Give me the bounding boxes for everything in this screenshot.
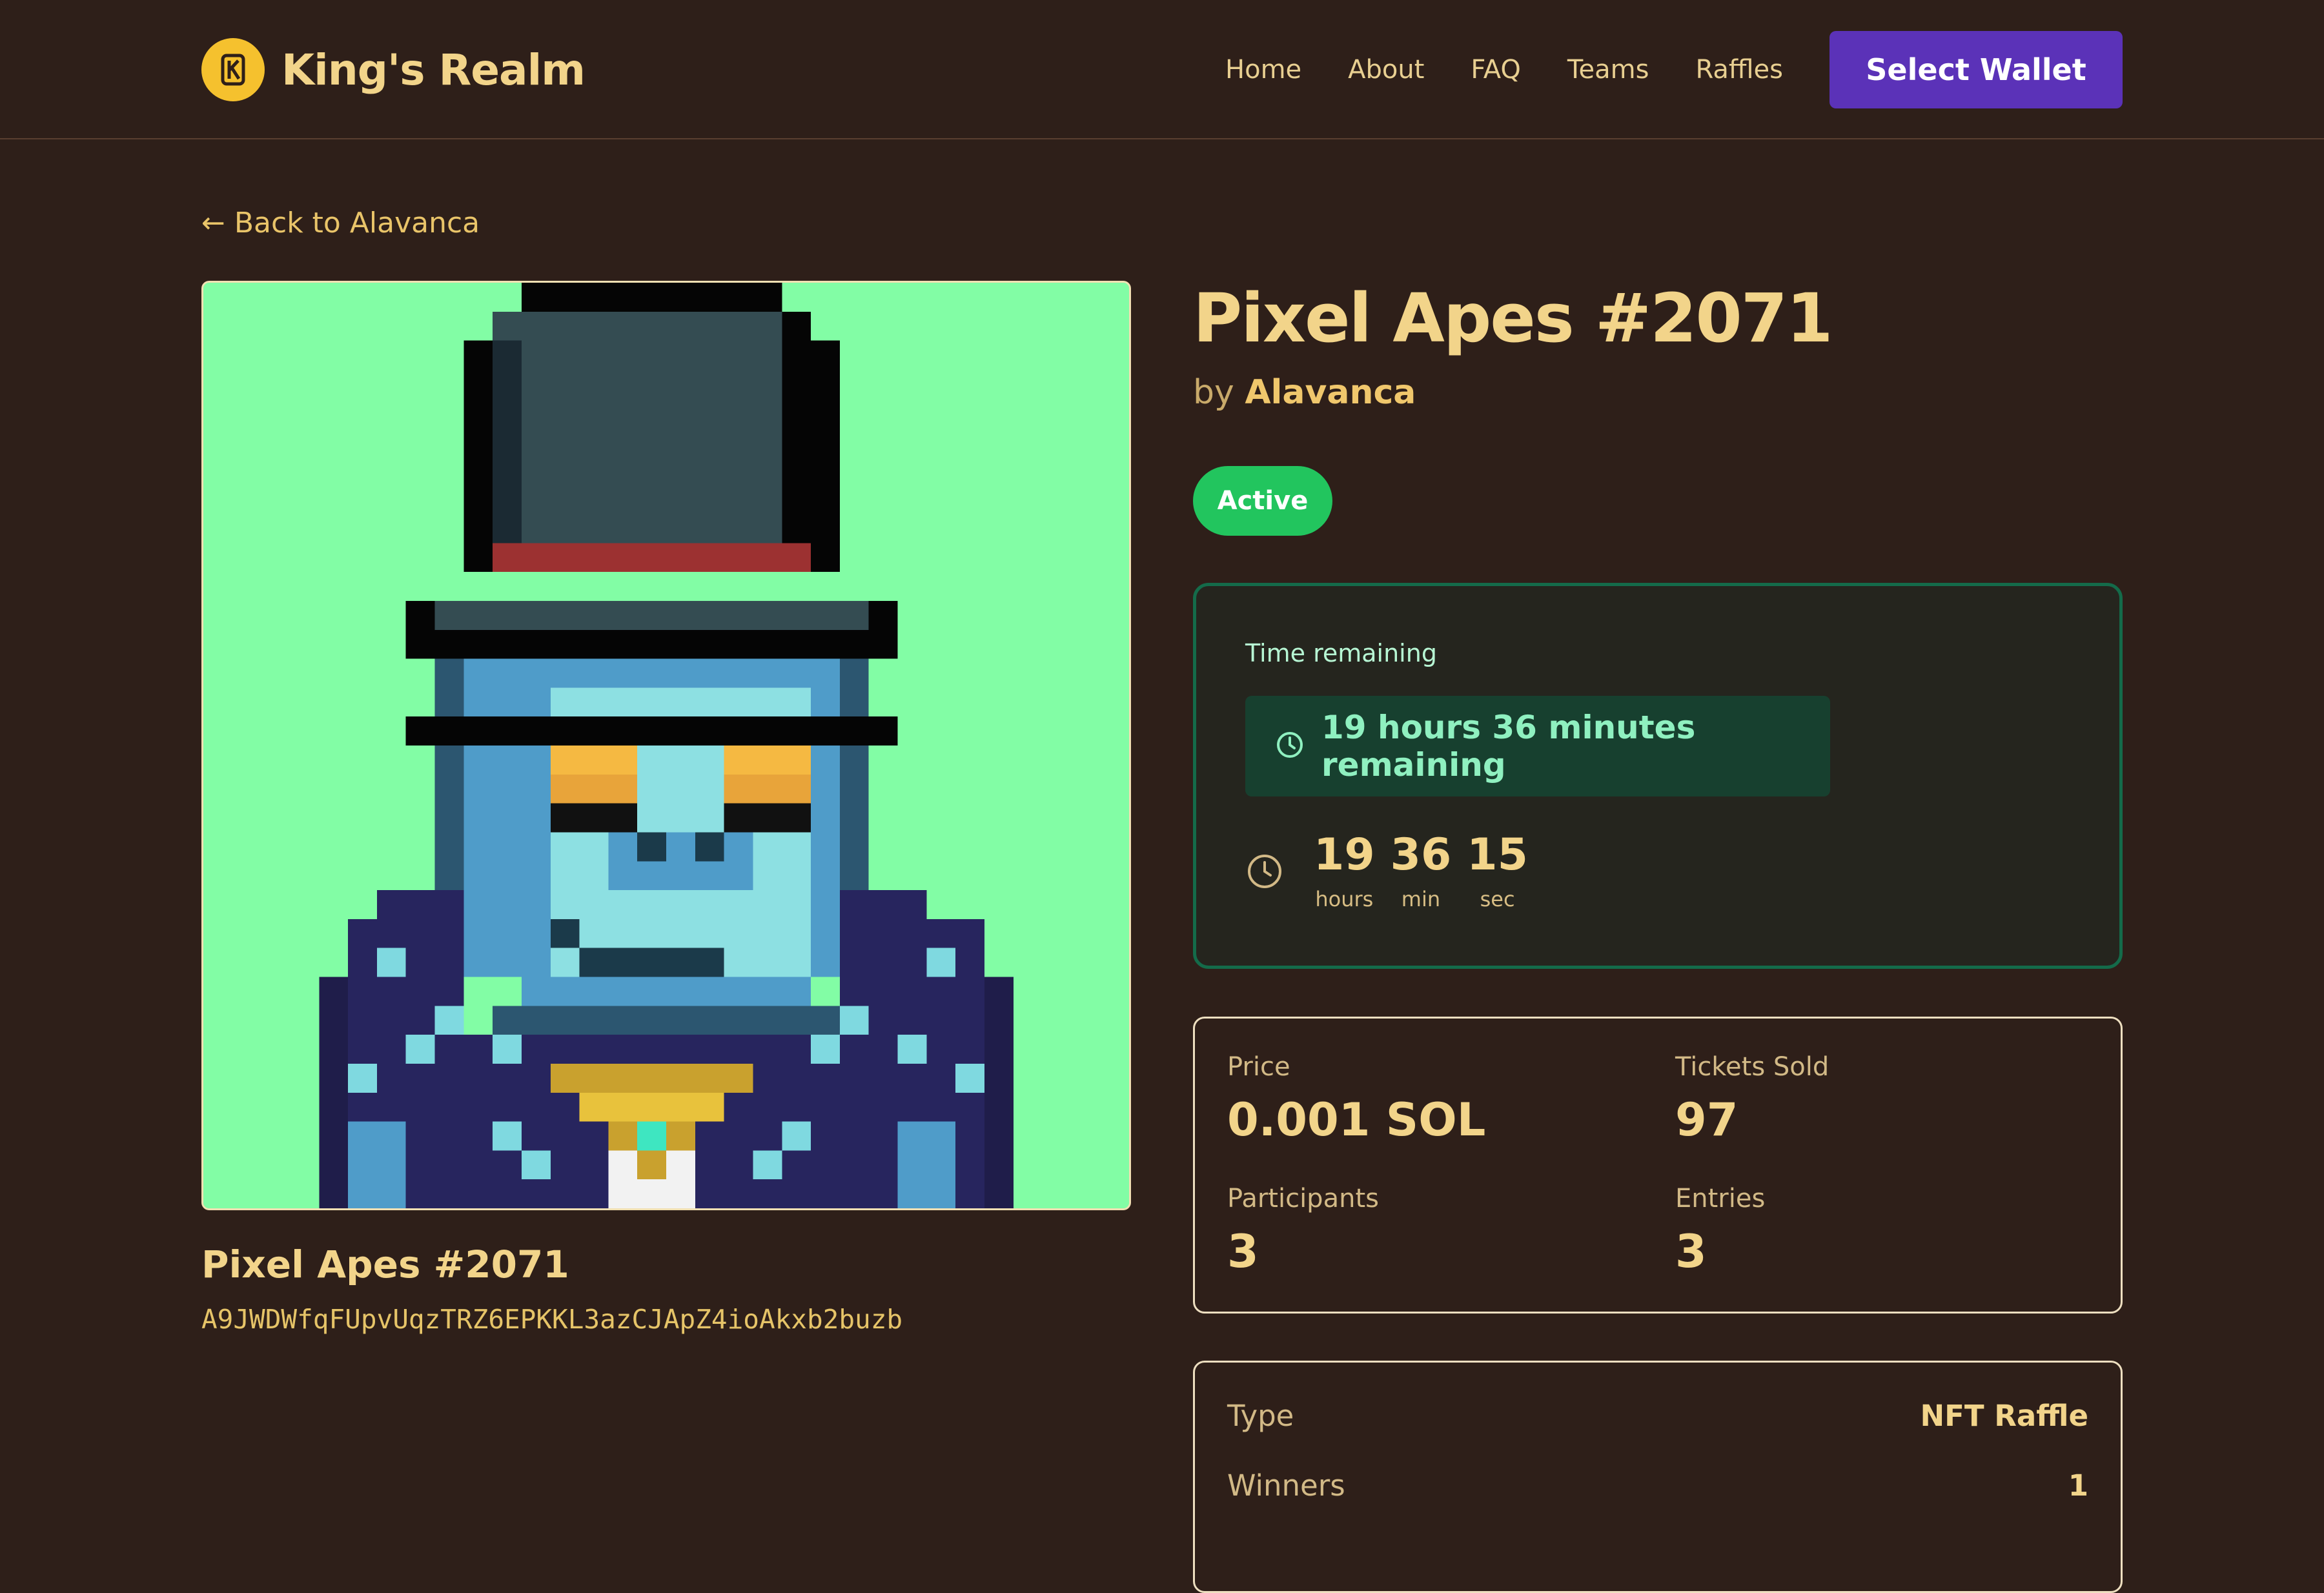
stat-entries: Entries 3 <box>1675 1184 1765 1278</box>
detail-row-type: Type NFT Raffle <box>1227 1399 2088 1433</box>
nft-image <box>201 281 1131 1210</box>
nav-teams[interactable]: Teams <box>1567 55 1649 85</box>
tickets-sold-label: Tickets Sold <box>1675 1052 1830 1082</box>
timer-card: Time remaining 19 hours 36 minutes remai… <box>1193 583 2123 969</box>
details-card: Type NFT Raffle Winners 1 <box>1193 1361 2123 1593</box>
price-value: 0.001 SOL <box>1227 1093 1486 1146</box>
top-header: King's Realm Home About FAQ Teams Raffle… <box>0 0 2324 139</box>
countdown-seconds: 15 sec <box>1467 829 1528 912</box>
select-wallet-button[interactable]: Select Wallet <box>1830 31 2123 108</box>
nav-home[interactable]: Home <box>1225 55 1301 85</box>
winners-label: Winners <box>1227 1468 1345 1503</box>
participants-value: 3 <box>1227 1225 1259 1278</box>
time-remaining-summary: 19 hours 36 minutes remaining <box>1321 709 1696 784</box>
minutes-label: min <box>1401 887 1441 911</box>
type-label: Type <box>1227 1399 1294 1433</box>
stat-price: Price 0.001 SOL <box>1227 1052 1485 1146</box>
time-remaining-pill: 19 hours 36 minutes remaining <box>1245 696 1830 796</box>
minutes-value: 36 <box>1390 829 1452 880</box>
countdown: 19 hours 36 min 15 sec <box>1314 829 1528 912</box>
participants-label: Participants <box>1227 1184 1379 1213</box>
entries-value: 3 <box>1675 1225 1707 1278</box>
seconds-label: sec <box>1480 887 1515 911</box>
status-badge: Active <box>1193 466 1332 536</box>
clock-icon <box>1275 730 1305 762</box>
creator-byline: by Alavanca <box>1193 373 1416 412</box>
countdown-hours: 19 hours <box>1314 829 1375 912</box>
seconds-value: 15 <box>1467 829 1528 880</box>
type-value: NFT Raffle <box>1920 1399 2088 1433</box>
by-prefix: by <box>1193 373 1234 412</box>
nav-about[interactable]: About <box>1348 55 1424 85</box>
price-label: Price <box>1227 1052 1290 1082</box>
stat-participants: Participants 3 <box>1227 1184 1379 1278</box>
tickets-sold-value: 97 <box>1675 1093 1738 1146</box>
brand-name: King's Realm <box>281 45 586 95</box>
countdown-minutes: 36 min <box>1390 829 1452 912</box>
stats-card: Price 0.001 SOL Tickets Sold 97 Particip… <box>1193 1017 2123 1314</box>
page: King's Realm Home About FAQ Teams Raffle… <box>0 0 2324 1593</box>
hours-label: hours <box>1315 887 1374 911</box>
hours-value: 19 <box>1314 829 1375 880</box>
nav-faq[interactable]: FAQ <box>1471 55 1520 85</box>
king-logo-icon <box>201 38 265 101</box>
creator-name[interactable]: Alavanca <box>1245 373 1416 412</box>
nft-mint-address: A9JWDWfqFUpvUqzTRZ6EPKKL3azCJApZ4ioAkxb2… <box>201 1304 903 1335</box>
entries-label: Entries <box>1675 1184 1766 1213</box>
clock-icon <box>1245 852 1284 893</box>
brand[interactable]: King's Realm <box>201 37 586 102</box>
nav-raffles[interactable]: Raffles <box>1695 55 1783 85</box>
nft-caption-title: Pixel Apes #2071 <box>201 1243 569 1286</box>
stat-tickets-sold: Tickets Sold 97 <box>1675 1052 1829 1146</box>
winners-value: 1 <box>2068 1468 2088 1503</box>
time-remaining-label: Time remaining <box>1245 639 1437 667</box>
detail-row-winners: Winners 1 <box>1227 1468 2088 1503</box>
back-link[interactable]: ← Back to Alavanca <box>201 207 480 239</box>
raffle-title: Pixel Apes #2071 <box>1193 279 1833 358</box>
main-nav: Home About FAQ Teams Raffles Select Wall… <box>1225 31 2123 108</box>
